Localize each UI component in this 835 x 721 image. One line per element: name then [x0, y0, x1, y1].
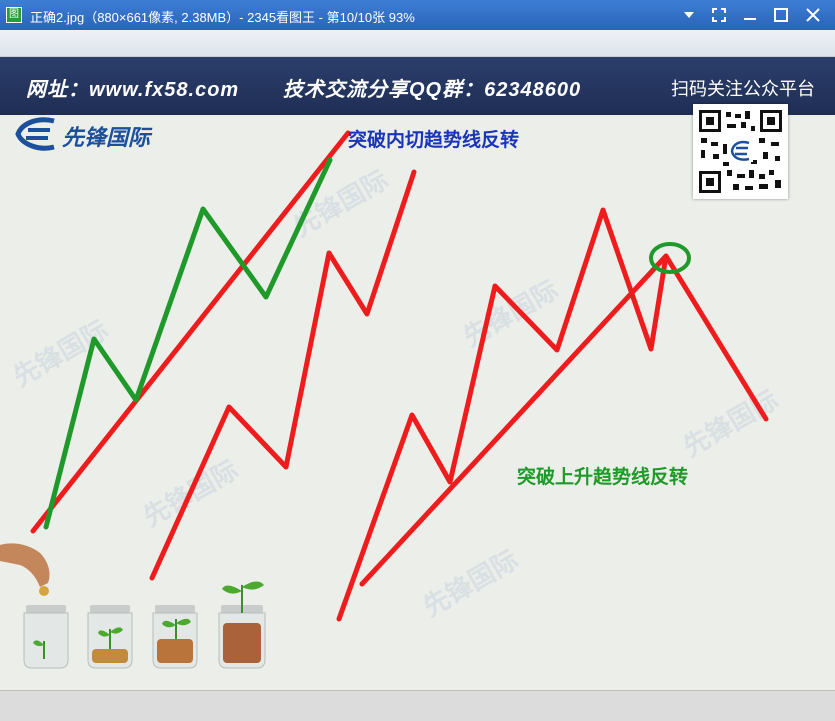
inner-tangent-label: 突破内切趋势线反转 [348, 130, 520, 151]
jar [23, 605, 69, 669]
window-titlebar: 图 正确2.jpg（880×661像素, 2.38MB）- 2345看图王 - … [0, 0, 835, 30]
watermark: 先锋国际 [678, 384, 783, 462]
money-jars [0, 543, 266, 669]
coin [39, 586, 49, 596]
rising-trendline-label: 突破上升趋势线反转 [517, 467, 689, 488]
app-icon: 图 [6, 7, 22, 23]
watermark: 先锋国际 [288, 164, 393, 242]
chevron-down-icon[interactable] [677, 4, 701, 26]
watermark: 先锋国际 [8, 314, 113, 392]
fullscreen-icon[interactable] [707, 4, 731, 26]
window-title: 正确2.jpg（880×661像素, 2.38MB）- 2345看图王 - 第1… [30, 10, 415, 25]
watermark: 先锋国际 [418, 544, 523, 622]
toolbar [0, 30, 835, 57]
jar [152, 605, 198, 669]
maximize-icon[interactable] [769, 4, 793, 26]
status-bar [0, 690, 835, 721]
close-icon[interactable] [801, 4, 825, 26]
minimize-icon[interactable] [738, 4, 762, 26]
jar [218, 581, 266, 669]
red-zigzag-lower [336, 207, 769, 622]
hand [0, 543, 50, 587]
image-viewport: 网址：www.fx58.com 技术交流分享QQ群：62348600 扫码关注公… [0, 57, 835, 690]
jar [87, 605, 133, 669]
